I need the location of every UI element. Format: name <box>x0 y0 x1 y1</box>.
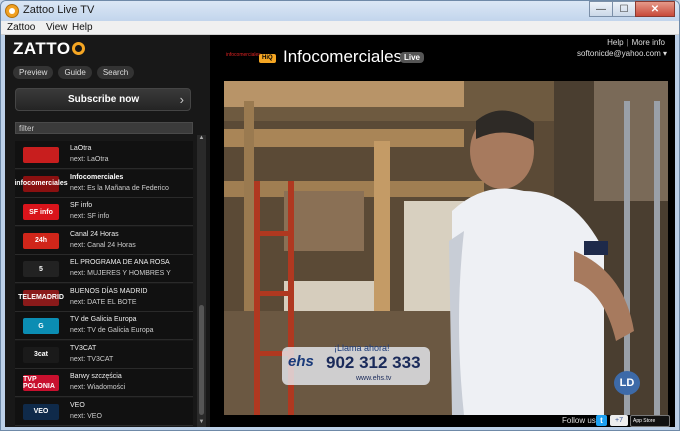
channel-next-program: next: LaOtra <box>70 156 109 163</box>
channel-name: EL PROGRAMA DE ANA ROSA <box>70 259 170 266</box>
channel-title: Infocomerciales <box>283 47 403 66</box>
channel-logo-icon: 3cat <box>23 346 59 363</box>
twitter-icon[interactable]: t <box>596 415 607 426</box>
scroll-down-arrow-icon[interactable]: ▼ <box>197 419 206 427</box>
channel-logo-icon: TELEMADRID <box>18 289 64 306</box>
channel-row[interactable]: SF info SF info next: SF info <box>15 198 193 226</box>
title-bar: Zattoo Live TV — ☐ ✕ <box>1 1 679 21</box>
channel-logo-icon: TVP POLONIA <box>23 375 59 391</box>
ad-brand-logo: ehs <box>288 353 314 370</box>
channel-name: Canal 24 Horas <box>70 230 119 238</box>
channel-list: LaOtra next: LaOtra infocomerciales Infocom… <box>15 141 193 427</box>
tab-search[interactable]: Search <box>96 66 135 79</box>
menu-help[interactable]: Help <box>72 22 93 33</box>
channel-logo-icon: infocomerciales <box>15 175 68 192</box>
channel-list-scrollbar[interactable]: ▲ ▼ <box>197 135 206 427</box>
channel-next-program: next: Canal 24 Horas <box>70 241 136 249</box>
channel-row[interactable]: G TV de Galicia Europa next: TV de Galicia… <box>15 312 193 340</box>
channel-name: TV3CAT <box>70 344 97 352</box>
menu-bar: Zattoo View Help <box>1 21 679 35</box>
channel-name: BUENOS DÍAS MADRID <box>70 287 148 295</box>
channel-row[interactable]: TELEMADRID BUENOS DÍAS MADRID next: DATE E… <box>15 283 193 312</box>
channel-next-program: next: SF info <box>70 213 110 220</box>
player-footer: Follow us t +7 App Store <box>210 415 675 427</box>
window-controls: — ☐ ✕ <box>589 1 675 19</box>
zattoo-app-icon <box>5 4 19 18</box>
channel-logo-icon: VEO <box>23 403 59 420</box>
channel-logo-icon: 24h <box>23 232 59 249</box>
ad-phone: 902 312 333 <box>326 353 421 372</box>
minimize-button[interactable]: — <box>589 1 613 17</box>
menu-zattoo[interactable]: Zattoo <box>7 22 35 33</box>
ad-url: www.ehs.tv <box>356 375 392 382</box>
channel-row[interactable]: LaOtra next: LaOtra <box>15 141 193 169</box>
channel-filter-input[interactable] <box>15 122 193 134</box>
channel-next-program: next: TV3CAT <box>70 355 114 363</box>
sidebar: ZATTO Preview Guide Search Subscribe now… <box>5 35 210 427</box>
help-link[interactable]: Help <box>607 38 623 47</box>
app-store-badge[interactable]: App Store <box>630 415 670 427</box>
channel-name: Barwy szczęścia <box>70 373 122 380</box>
ld-corner-badge: LD <box>614 371 640 395</box>
hiq-badge: HiQ <box>259 54 276 63</box>
channel-logo-icon: 5 <box>23 261 59 277</box>
top-links: Help | More info <box>607 38 665 47</box>
video-player[interactable]: ¡Llama ahora! ehs 902 312 333 www.ehs.tv… <box>224 81 668 415</box>
scroll-thumb[interactable] <box>199 305 204 415</box>
app-body: ZATTO Preview Guide Search Subscribe now… <box>5 35 675 427</box>
live-badge: Live <box>400 52 425 63</box>
scroll-up-arrow-icon[interactable]: ▲ <box>197 135 206 143</box>
channel-logo-icon <box>23 147 59 163</box>
channel-name: VEO <box>70 401 85 409</box>
follow-us-label: Follow us <box>562 416 596 425</box>
channel-name: TV de Galicia Europa <box>70 316 137 323</box>
channel-row[interactable]: infocomerciales Infocomerciales next: Es l… <box>15 169 193 198</box>
channel-row[interactable]: 5 EL PROGRAMA DE ANA ROSA next: MUJERES Y … <box>15 255 193 283</box>
channel-next-program: next: Wiadomości <box>70 384 126 391</box>
channel-row[interactable]: VEO VEO next: VEO <box>15 397 193 426</box>
channel-logo-icon: SF info <box>23 204 59 220</box>
maximize-button[interactable]: ☐ <box>612 1 636 17</box>
channel-next-program: next: MUJERES Y HOMBRES Y <box>70 270 171 277</box>
close-button[interactable]: ✕ <box>635 1 675 17</box>
chevron-right-icon: › <box>179 92 184 107</box>
channel-name: LaOtra <box>70 145 92 152</box>
channel-next-program: next: TV de Galicia Europa <box>70 327 154 334</box>
subscribe-button[interactable]: Subscribe now › <box>15 88 191 111</box>
menu-view[interactable]: View <box>46 22 68 33</box>
channel-tiny-logo: infocomerciales <box>226 52 261 58</box>
channel-next-program: next: DATE EL BOTE <box>70 298 137 306</box>
more-info-link[interactable]: More info <box>632 38 665 47</box>
channel-next-program: next: Es la Mañana de Federico <box>70 184 169 192</box>
nav-tabs: Preview Guide Search <box>13 66 135 79</box>
zattoo-logo: ZATTO <box>13 39 85 59</box>
tab-preview[interactable]: Preview <box>13 66 54 79</box>
app-window: Zattoo Live TV — ☐ ✕ Zattoo View Help ZA… <box>0 0 680 431</box>
ad-overlay: ¡Llama ahora! ehs 902 312 333 www.ehs.tv <box>282 343 432 387</box>
player-area: infocomerciales HiQ Infocomerciales Live… <box>210 35 675 427</box>
tab-guide[interactable]: Guide <box>58 66 92 79</box>
channel-name: SF info <box>70 202 93 209</box>
channel-name: Infocomerciales <box>70 173 124 181</box>
channel-row[interactable]: TVP POLONIA Barwy szczęścia next: Wiadomoś… <box>15 369 193 397</box>
account-menu[interactable]: softonicde@yahoo.com ▾ <box>577 49 667 58</box>
ad-tagline: ¡Llama ahora! <box>334 343 390 353</box>
channel-next-program: next: VEO <box>70 412 102 420</box>
channel-row[interactable]: 24h Canal 24 Horas next: Canal 24 Horas <box>15 226 193 255</box>
subscribe-label: Subscribe now <box>68 94 140 105</box>
channel-logo-icon: G <box>23 318 59 334</box>
window-title: Zattoo Live TV <box>23 4 95 16</box>
facebook-like-icon[interactable]: +7 <box>610 415 628 426</box>
channel-row[interactable]: 3cat TV3CAT next: TV3CAT <box>15 340 193 369</box>
